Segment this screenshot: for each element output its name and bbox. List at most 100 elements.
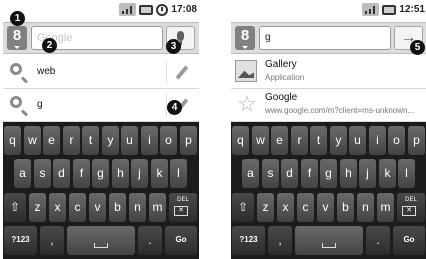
alarm-icon — [156, 3, 169, 16]
result-row[interactable]: ☆ Google www.google.com/m?client=ms-unkn… — [231, 89, 426, 122]
phone-right: 12:51 8 g → Gallery Application ☆ Google… — [231, 0, 426, 259]
key-l[interactable]: l — [398, 159, 415, 188]
battery-icon — [139, 4, 154, 15]
status-bar: 17:08 — [3, 2, 199, 20]
key-h[interactable]: h — [112, 159, 129, 188]
key-h[interactable]: h — [340, 159, 357, 188]
key-w[interactable]: w — [252, 126, 269, 155]
delete-label: DEL — [177, 197, 189, 203]
magnifier-icon — [10, 96, 22, 108]
period-key[interactable]: . — [138, 226, 162, 255]
pencil-icon[interactable] — [175, 65, 189, 80]
key-a[interactable]: a — [14, 159, 31, 188]
key-s[interactable]: s — [34, 159, 51, 188]
key-q[interactable]: q — [232, 126, 249, 155]
signal-icon — [362, 3, 380, 16]
status-time: 17:08 — [171, 4, 197, 15]
key-z[interactable]: z — [29, 193, 46, 222]
result-row[interactable]: Gallery Application — [231, 56, 426, 89]
comma-key[interactable]: , — [268, 226, 292, 255]
space-key[interactable] — [67, 226, 135, 255]
key-f[interactable]: f — [301, 159, 318, 188]
key-k[interactable]: k — [379, 159, 396, 188]
delete-button[interactable]: DEL ✕ — [169, 193, 197, 222]
search-input[interactable]: g — [259, 26, 391, 50]
key-v[interactable]: v — [317, 193, 334, 222]
symbols-key[interactable]: ?123 — [232, 226, 265, 255]
suggestion-row[interactable]: web — [3, 56, 199, 89]
result-subtitle: www.google.com/m?client=ms-unknown... — [265, 106, 415, 115]
key-k[interactable]: k — [151, 159, 168, 188]
key-t[interactable]: t — [82, 126, 99, 155]
key-p[interactable]: p — [180, 126, 197, 155]
symbols-key[interactable]: ?123 — [4, 226, 37, 255]
search-bar: 8 g → — [231, 22, 426, 54]
go-key[interactable]: Go — [393, 226, 425, 255]
key-d[interactable]: d — [53, 159, 70, 188]
star-icon: ☆ — [237, 91, 257, 116]
key-r[interactable]: r — [63, 126, 80, 155]
key-c[interactable]: c — [69, 193, 86, 222]
key-w[interactable]: w — [24, 126, 41, 155]
key-x[interactable]: x — [49, 193, 66, 222]
key-n[interactable]: n — [357, 193, 374, 222]
result-title: Gallery — [265, 59, 297, 70]
key-z[interactable]: z — [257, 193, 274, 222]
key-n[interactable]: n — [129, 193, 146, 222]
callout-5: 5 — [410, 40, 425, 55]
key-f[interactable]: f — [73, 159, 90, 188]
key-d[interactable]: d — [281, 159, 298, 188]
key-g[interactable]: g — [320, 159, 337, 188]
gallery-icon — [235, 60, 257, 82]
key-x[interactable]: x — [277, 193, 294, 222]
signal-icon — [119, 3, 137, 16]
key-u[interactable]: u — [349, 126, 366, 155]
battery-icon — [382, 4, 397, 15]
key-u[interactable]: u — [121, 126, 138, 155]
mic-icon — [177, 31, 184, 41]
key-i[interactable]: i — [369, 126, 386, 155]
magnifier-icon — [10, 63, 22, 75]
delete-button[interactable]: DEL ✕ — [397, 193, 425, 222]
status-bar: 12:51 — [231, 2, 426, 20]
key-o[interactable]: o — [388, 126, 405, 155]
key-t[interactable]: t — [310, 126, 327, 155]
key-a[interactable]: a — [242, 159, 259, 188]
shift-icon[interactable]: ⇧ — [232, 193, 254, 222]
key-y[interactable]: y — [330, 126, 347, 155]
delete-icon: ✕ — [402, 206, 416, 216]
period-key[interactable]: . — [366, 226, 390, 255]
key-l[interactable]: l — [170, 159, 187, 188]
key-g[interactable]: g — [92, 159, 109, 188]
status-time: 12:51 — [399, 4, 425, 15]
callout-3: 3 — [166, 39, 181, 54]
key-m[interactable]: m — [149, 193, 166, 222]
key-r[interactable]: r — [291, 126, 308, 155]
google-search-icon[interactable]: 8 — [235, 26, 255, 50]
key-q[interactable]: q — [4, 126, 21, 155]
key-y[interactable]: y — [102, 126, 119, 155]
comma-key[interactable]: , — [40, 226, 64, 255]
space-key[interactable] — [295, 226, 363, 255]
key-j[interactable]: j — [131, 159, 148, 188]
key-i[interactable]: i — [141, 126, 158, 155]
delete-label: DEL — [405, 197, 417, 203]
key-o[interactable]: o — [160, 126, 177, 155]
callout-1: 1 — [10, 11, 25, 26]
key-s[interactable]: s — [262, 159, 279, 188]
go-key[interactable]: Go — [165, 226, 197, 255]
key-e[interactable]: e — [271, 126, 288, 155]
key-j[interactable]: j — [359, 159, 376, 188]
key-b[interactable]: b — [337, 193, 354, 222]
key-b[interactable]: b — [109, 193, 126, 222]
keyboard: q w e r t y u i o p a s d f g h j k l ⇧ … — [231, 122, 426, 259]
key-m[interactable]: m — [377, 193, 394, 222]
phone-left: 17:08 8 Go o g l e web g q w e r t y u i o p… — [3, 0, 199, 259]
google-search-icon[interactable]: 8 — [7, 26, 27, 50]
key-p[interactable]: p — [408, 126, 425, 155]
key-e[interactable]: e — [43, 126, 60, 155]
key-c[interactable]: c — [297, 193, 314, 222]
delete-icon: ✕ — [174, 206, 188, 216]
shift-icon[interactable]: ⇧ — [4, 193, 26, 222]
key-v[interactable]: v — [89, 193, 106, 222]
